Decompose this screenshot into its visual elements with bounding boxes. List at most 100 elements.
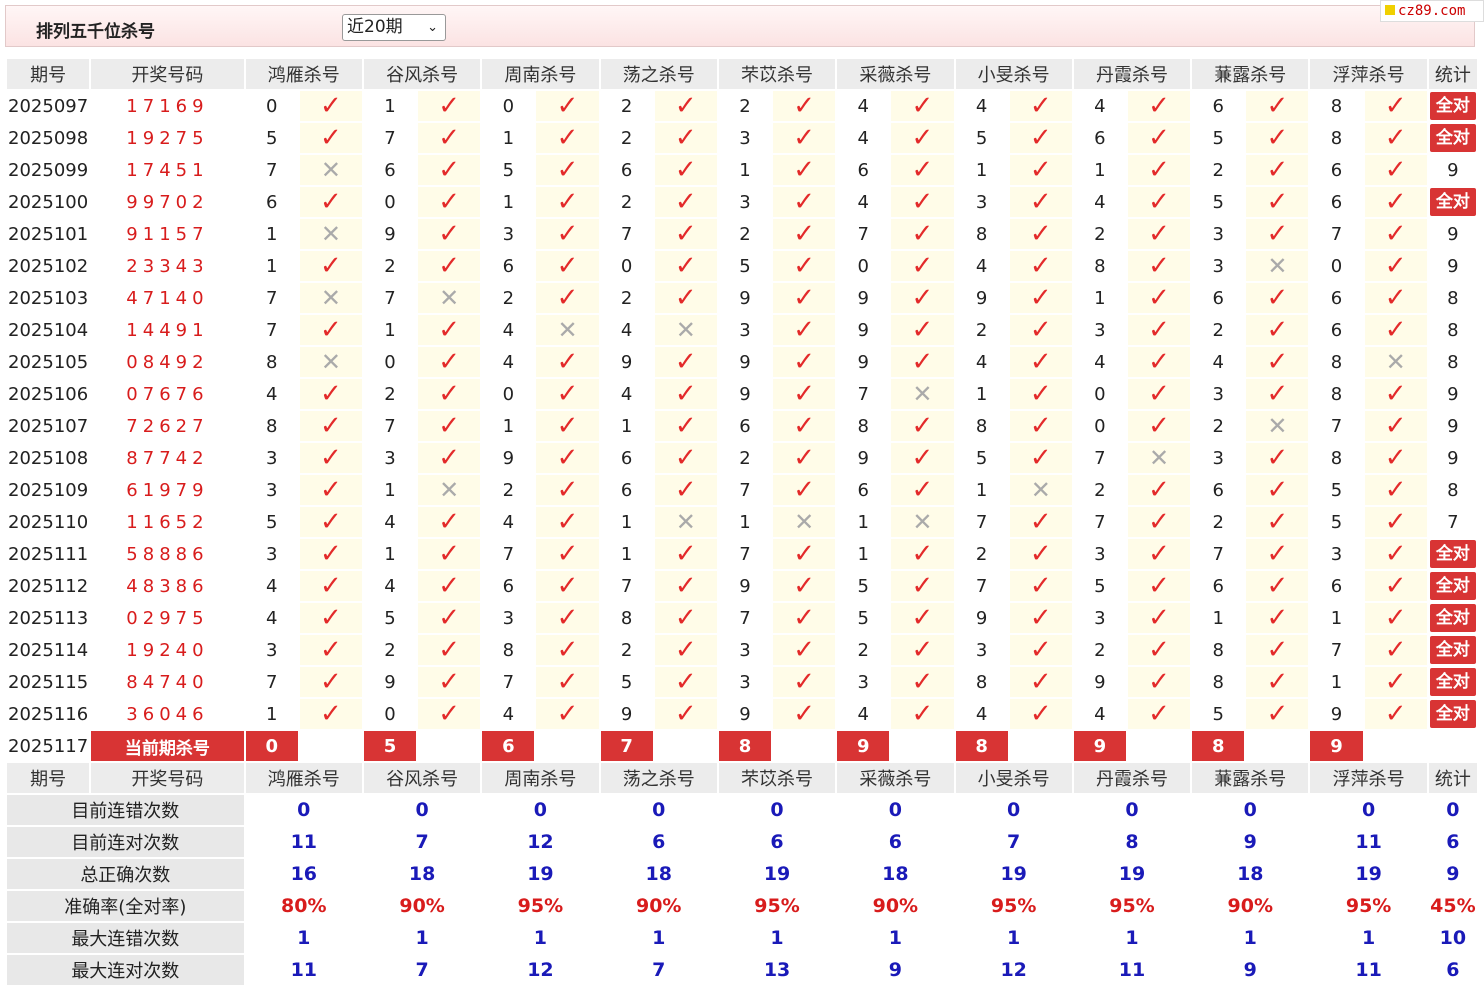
current-blank-cell	[1009, 731, 1072, 761]
summary-stat: 10	[1428, 923, 1477, 953]
summary-row: 总正确次数 16 18 19 18 19 18 19 19 18 19 9	[7, 859, 1477, 889]
cross-icon: ✕	[912, 379, 933, 408]
kill-number-cell: 3	[718, 667, 772, 697]
result-cell: ✓	[418, 443, 481, 473]
kill-number-cell: 4	[1073, 347, 1126, 377]
check-icon: ✓	[793, 155, 816, 185]
kill-number-cell: 1	[245, 699, 298, 729]
check-icon: ✓	[911, 283, 934, 313]
check-icon: ✓	[319, 379, 342, 409]
current-blank-cell	[654, 731, 717, 761]
kill-number-cell: 1	[837, 507, 890, 537]
kill-number-cell: 7	[245, 315, 298, 345]
summary-value: 11	[245, 955, 362, 985]
stat-value: 9	[1447, 383, 1459, 405]
summary-value: 1	[245, 923, 362, 953]
result-cell: ✓	[773, 251, 836, 281]
check-icon: ✓	[674, 123, 697, 153]
summary-stat: 6	[1428, 955, 1477, 985]
summary-value: 1	[1073, 923, 1191, 953]
check-icon: ✓	[556, 123, 579, 153]
check-icon: ✓	[1384, 635, 1407, 665]
kill-number-cell: 0	[363, 699, 417, 729]
check-icon: ✓	[911, 251, 934, 281]
kill-number-cell: 8	[1073, 251, 1126, 281]
check-icon: ✓	[556, 475, 579, 505]
result-cell: ✓	[1364, 603, 1427, 633]
summary-rows: 目前连错次数 0 0 0 0 0 0 0 0 0 0 0 目前连对次数 11 7 12 6 6 6 7 8 9 11 6 总正确…	[7, 795, 1477, 985]
result-cell: ✓	[891, 315, 954, 345]
col-header-expert[interactable]: 鸿雁杀号	[245, 59, 362, 89]
check-icon: ✓	[1266, 507, 1289, 537]
kill-number-cell: 4	[1073, 699, 1126, 729]
kill-number-cell: 5	[955, 123, 1008, 153]
summary-value: 1	[600, 923, 717, 953]
col-header-expert: 谷风杀号	[363, 763, 481, 793]
kill-number-cell: 4	[482, 507, 535, 537]
result-cell: ✓	[418, 507, 481, 537]
summary-value: 18	[1192, 859, 1309, 889]
check-icon: ✓	[1029, 155, 1052, 185]
summary-value: 95%	[718, 891, 836, 921]
stat-cell: 全对	[1428, 539, 1477, 569]
check-icon: ✓	[1148, 635, 1170, 665]
kill-number-cell: 8	[955, 411, 1008, 441]
draw-numbers-cell: 07676	[91, 379, 244, 409]
table-row: 2025101 91157 1 ✕ 9 ✓ 3 ✓ 7 ✓ 2 ✓ 7 ✓ 8 ✓ 2 ✓ 3 ✓ 7 ✓ 9	[7, 219, 1477, 249]
period-select[interactable]: 近20期 ⌄	[342, 14, 446, 41]
stat-value: 7	[1447, 511, 1459, 533]
check-icon: ✓	[1266, 699, 1289, 729]
result-cell: ✓	[1009, 667, 1072, 697]
kill-number-cell: 4	[600, 315, 653, 345]
table-row: 2025109 61979 3 ✓ 1 ✕ 2 ✓ 6 ✓ 7 ✓ 6 ✓ 1 ✕ 2 ✓ 6 ✓ 5 ✓ 8	[7, 475, 1477, 505]
result-cell: ✓	[773, 411, 836, 441]
stat-cell: 9	[1428, 219, 1477, 249]
check-icon: ✓	[438, 379, 461, 409]
result-cell: ✓	[536, 187, 599, 217]
check-icon: ✓	[793, 347, 816, 377]
kill-number-cell: 1	[718, 507, 772, 537]
kill-number-cell: 0	[837, 251, 890, 281]
check-icon: ✓	[556, 251, 579, 281]
stat-value: 8	[1447, 319, 1459, 341]
result-cell: ✓	[418, 155, 481, 185]
summary-value: 19	[718, 859, 836, 889]
check-icon: ✓	[1384, 667, 1407, 697]
check-icon: ✓	[319, 187, 342, 217]
col-header-expert[interactable]: 荡之杀号	[600, 59, 717, 89]
col-header-expert[interactable]: 周南杀号	[482, 59, 599, 89]
col-header-expert[interactable]: 丹霞杀号	[1073, 59, 1191, 89]
col-header-expert[interactable]: 采薇杀号	[837, 59, 954, 89]
site-logo[interactable]: cz89.com	[1380, 0, 1484, 22]
check-icon: ✓	[1148, 539, 1170, 569]
col-header-expert[interactable]: 谷风杀号	[363, 59, 481, 89]
check-icon: ✓	[319, 475, 342, 505]
result-cell: ✓	[1246, 187, 1309, 217]
kill-number-cell: 0	[363, 187, 417, 217]
kill-number-cell: 1	[955, 379, 1008, 409]
cross-icon: ✕	[439, 475, 460, 504]
col-header-expert[interactable]: 小旻杀号	[955, 59, 1072, 89]
col-header-expert[interactable]: 蒹露杀号	[1192, 59, 1309, 89]
col-header-expert[interactable]: 浮萍杀号	[1310, 59, 1427, 89]
result-cell: ✓	[299, 411, 362, 441]
kill-number-cell: 1	[363, 315, 417, 345]
kill-number-cell: 3	[718, 315, 772, 345]
col-header-expert: 鸿雁杀号	[245, 763, 362, 793]
check-icon: ✓	[319, 251, 342, 281]
kill-number-cell: 9	[482, 443, 535, 473]
kill-number-cell: 4	[482, 699, 535, 729]
col-header-expert[interactable]: 芣苡杀号	[718, 59, 836, 89]
result-cell: ✓	[1127, 251, 1191, 281]
cross-icon: ✕	[320, 347, 341, 376]
result-cell: ✓	[418, 123, 481, 153]
check-icon: ✓	[674, 219, 697, 249]
check-icon: ✓	[674, 379, 697, 409]
kill-number-cell: 4	[482, 347, 535, 377]
kill-number-cell: 2	[600, 635, 653, 665]
kill-number-cell: 8	[955, 667, 1008, 697]
result-cell: ✓	[299, 187, 362, 217]
result-cell: ✓	[536, 539, 599, 569]
kill-number-cell: 1	[600, 539, 653, 569]
summary-label: 总正确次数	[7, 859, 244, 889]
